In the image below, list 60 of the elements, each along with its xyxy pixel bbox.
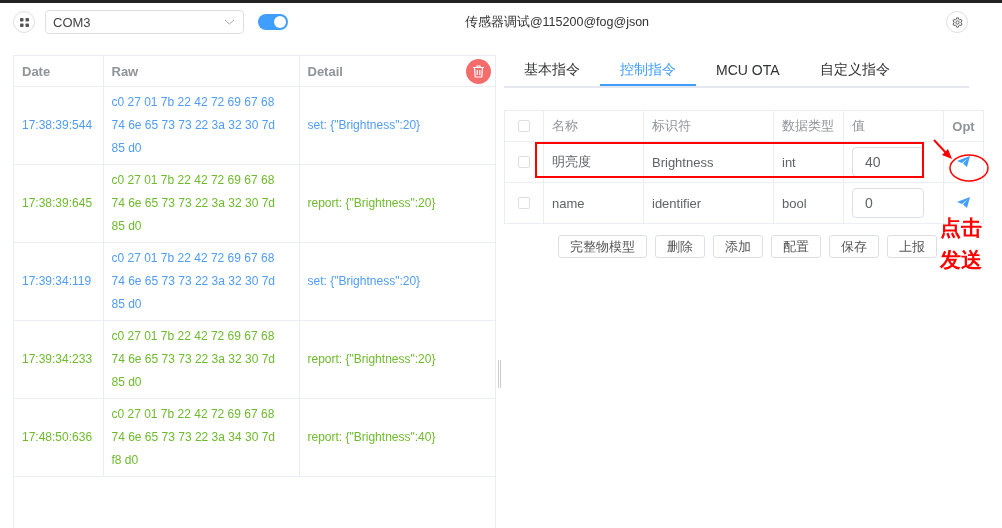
- action-button[interactable]: 上报: [887, 235, 937, 258]
- annotation-arrow: [933, 139, 952, 159]
- apps-button[interactable]: [13, 11, 35, 33]
- trash-icon: [473, 65, 484, 78]
- column-header: 数据类型: [773, 110, 844, 142]
- connection-switch[interactable]: [258, 14, 288, 30]
- detail-cell: set: {"Brightness":20}: [299, 242, 495, 321]
- identifier-cell: identifier: [643, 182, 774, 224]
- raw-cell: c0 27 01 7b 22 42 72 69 67 68 74 6e 65 73 73 22 3a 32 30 7d 85 d0: [103, 242, 299, 321]
- column-header: Date: [14, 56, 103, 87]
- row-checkbox[interactable]: [518, 197, 530, 209]
- settings-button[interactable]: [946, 11, 968, 33]
- select-all-checkbox[interactable]: [518, 120, 530, 132]
- detail-cell: set: {"Brightness":20}: [299, 86, 495, 165]
- grid-icon: [19, 17, 29, 27]
- date-cell: 17:39:34:233: [14, 320, 103, 399]
- name-cell: name: [552, 195, 585, 211]
- tab[interactable]: 基本指令: [504, 55, 600, 86]
- name-cell: 明亮度: [552, 154, 591, 169]
- settings-icon: [951, 16, 963, 28]
- detail-cell: report: {"Brightness":40}: [299, 398, 495, 477]
- column-header: Opt: [943, 110, 984, 142]
- send-icon: [957, 155, 970, 167]
- raw-cell: c0 27 01 7b 22 42 72 69 67 68 74 6e 65 73 73 22 3a 32 30 7d 85 d0: [103, 86, 299, 165]
- delete-button[interactable]: [466, 59, 491, 84]
- date-cell: 17:39:34:119: [14, 242, 103, 321]
- column-header: 值: [843, 110, 944, 142]
- window-title: 传感器调试@115200@fog@json: [464, 14, 650, 29]
- port-select[interactable]: COM3: [45, 10, 244, 34]
- action-button[interactable]: 保存: [829, 235, 879, 258]
- raw-cell: c0 27 01 7b 22 42 72 69 67 68 74 6e 65 73 73 22 3a 32 30 7d 85 d0: [103, 320, 299, 399]
- raw-cell: c0 27 01 7b 22 42 72 69 67 68 74 6e 65 73 73 22 3a 34 30 7d f8 d0: [103, 398, 299, 477]
- identifier-cell: Brightness: [643, 141, 774, 183]
- tab[interactable]: MCU OTA: [696, 55, 800, 86]
- action-button[interactable]: 配置: [771, 235, 821, 258]
- send-button[interactable]: [957, 154, 970, 170]
- send-button[interactable]: [957, 195, 970, 211]
- send-icon: [957, 196, 970, 208]
- column-header: 标识符: [643, 110, 774, 142]
- raw-cell: c0 27 01 7b 22 42 72 69 67 68 74 6e 65 73 73 22 3a 32 30 7d 85 d0: [103, 164, 299, 243]
- action-button[interactable]: 完整物模型: [558, 235, 647, 258]
- annotation-circle: [949, 154, 989, 182]
- date-cell: 17:48:50:636: [14, 398, 103, 477]
- detail-cell: report: {"Brightness":20}: [299, 320, 495, 399]
- value-field[interactable]: 40: [852, 147, 924, 177]
- column-header: 名称: [543, 110, 644, 142]
- row-checkbox[interactable]: [518, 156, 530, 168]
- detail-cell: report: {"Brightness":20}: [299, 164, 495, 243]
- type-cell: int: [773, 141, 844, 183]
- date-cell: 17:38:39:544: [14, 86, 103, 165]
- action-button[interactable]: 添加: [713, 235, 763, 258]
- type-cell: bool: [773, 182, 844, 224]
- resize-handle[interactable]: [498, 360, 501, 388]
- value-field[interactable]: 0: [852, 188, 924, 218]
- column-header: Raw: [103, 56, 299, 87]
- action-button[interactable]: 删除: [655, 235, 705, 258]
- date-cell: 17:38:39:645: [14, 164, 103, 243]
- chevron-down-icon: [224, 19, 235, 25]
- tab[interactable]: 自定义指令: [799, 55, 910, 86]
- annotation-text: 点击 发送: [940, 215, 982, 274]
